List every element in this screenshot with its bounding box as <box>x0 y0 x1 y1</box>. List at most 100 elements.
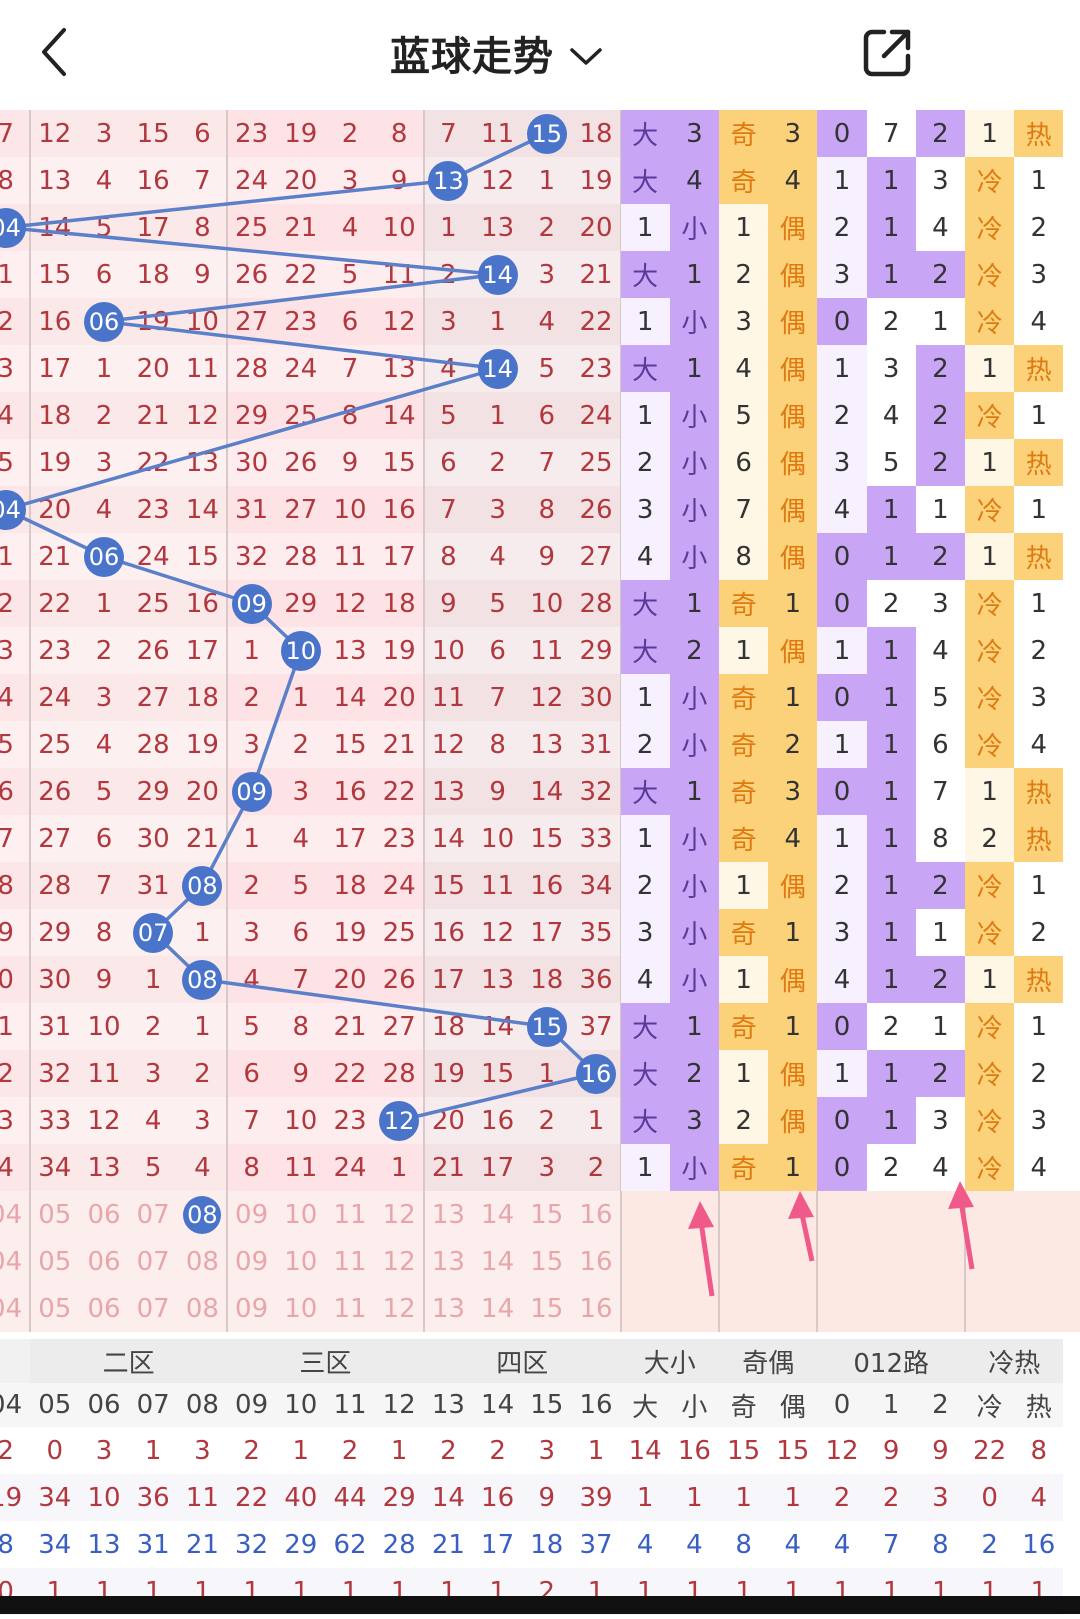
number-cell: 3 <box>95 118 113 149</box>
stat-cell: 31 <box>128 1521 178 1568</box>
select-number[interactable]: 14 <box>473 1238 522 1285</box>
number-cell: 1 <box>390 1152 408 1183</box>
analysis-cell: 1 <box>768 909 818 956</box>
analysis-cell: 偶 <box>768 862 818 909</box>
stat-cell: 15 <box>719 1427 769 1474</box>
number-cell: 8 <box>390 118 408 149</box>
number-cell: 29 <box>235 400 269 431</box>
analysis-cell: 偶 <box>768 1097 818 1144</box>
column-header: 06 <box>79 1383 129 1427</box>
analysis-cell: 1 <box>1014 580 1064 627</box>
select-number[interactable]: 05 <box>30 1238 79 1285</box>
analysis-cell: 2 <box>915 251 965 298</box>
analysis-cell: 大 <box>620 1097 670 1144</box>
select-number[interactable]: 15 <box>522 1285 571 1332</box>
select-number[interactable]: 06 <box>79 1285 128 1332</box>
select-number[interactable]: 16 <box>571 1191 620 1238</box>
number-cell: 23 <box>284 306 318 337</box>
number-cell: 18 <box>136 259 170 290</box>
number-cell: 15 <box>481 1058 515 1089</box>
number-cell: 28 <box>38 870 72 901</box>
number-cell: 4 <box>95 165 113 196</box>
select-number[interactable]: 16 <box>571 1238 620 1285</box>
analysis-cell: 1 <box>866 956 916 1003</box>
select-number[interactable]: 10 <box>276 1191 325 1238</box>
number-cell: 30 <box>579 682 613 713</box>
select-number[interactable]: 12 <box>375 1285 424 1332</box>
select-number[interactable]: 06 <box>79 1191 128 1238</box>
select-number[interactable]: 07 <box>129 1191 178 1238</box>
select-number[interactable]: 04 <box>0 1238 30 1285</box>
select-number[interactable]: 16 <box>571 1285 620 1332</box>
number-cell: 12 <box>382 306 416 337</box>
select-number[interactable]: 14 <box>473 1285 522 1332</box>
number-cell: 3 <box>538 259 556 290</box>
stat-cell: 22 <box>227 1474 277 1521</box>
select-number[interactable]: 08 <box>178 1191 227 1238</box>
analysis-cell: 7 <box>915 768 965 815</box>
select-number[interactable]: 14 <box>473 1191 522 1238</box>
number-cell: 2 <box>243 682 260 713</box>
number-cell: 12 <box>185 400 219 431</box>
select-number[interactable]: 09 <box>227 1191 276 1238</box>
select-number[interactable]: 05 <box>30 1285 79 1332</box>
stat-cell: 2 <box>965 1521 1015 1568</box>
analysis-cell: 奇 <box>719 1144 769 1191</box>
number-cell: 16 <box>382 494 416 525</box>
stat-cell: 1 <box>768 1474 818 1521</box>
stat-cell: 2 <box>0 1427 31 1474</box>
select-number[interactable]: 13 <box>424 1238 473 1285</box>
back-button[interactable] <box>34 22 78 82</box>
number-cell: 21 <box>431 1152 465 1183</box>
number-cell: 22 <box>38 588 72 619</box>
select-number[interactable]: 13 <box>424 1191 473 1238</box>
analysis-cell: 3 <box>669 1097 719 1144</box>
number-cell: 20 <box>136 353 170 384</box>
select-number[interactable]: 04 <box>0 1285 30 1332</box>
select-number[interactable]: 11 <box>325 1238 374 1285</box>
title-dropdown[interactable]: 蓝球走势 <box>390 18 604 88</box>
select-number[interactable]: 15 <box>522 1191 571 1238</box>
analysis-cell: 0 <box>817 580 867 627</box>
number-cell: 27 <box>235 306 269 337</box>
analysis-cell: 偶 <box>768 627 818 674</box>
select-number[interactable]: 15 <box>522 1238 571 1285</box>
share-button[interactable] <box>860 24 916 80</box>
gap <box>0 1332 1061 1339</box>
stat-cell: 1 <box>620 1474 670 1521</box>
number-cell: 26 <box>38 776 72 807</box>
select-number[interactable]: 11 <box>325 1191 374 1238</box>
select-number[interactable]: 07 <box>129 1285 178 1332</box>
number-cell: 11 <box>333 541 367 572</box>
select-number[interactable]: 09 <box>227 1285 276 1332</box>
analysis-cell: 4 <box>768 815 818 862</box>
select-number[interactable]: 04 <box>0 1191 30 1238</box>
analysis-cell: 1 <box>669 345 719 392</box>
select-number[interactable]: 07 <box>129 1238 178 1285</box>
select-number[interactable]: 10 <box>276 1285 325 1332</box>
number-cell: 20 <box>38 494 72 525</box>
number-cell: 19 <box>136 306 170 337</box>
number-cell: 11 <box>431 682 465 713</box>
select-number[interactable]: 10 <box>276 1238 325 1285</box>
select-number[interactable]: 05 <box>30 1191 79 1238</box>
analysis-cell: 小 <box>669 204 719 251</box>
number-cell: 34 <box>579 870 613 901</box>
select-number[interactable]: 11 <box>325 1285 374 1332</box>
select-number[interactable]: 12 <box>375 1238 424 1285</box>
selected-ball[interactable]: 08 <box>183 1195 222 1234</box>
stat-cell: 36 <box>128 1474 178 1521</box>
select-number[interactable]: 06 <box>79 1238 128 1285</box>
select-number[interactable]: 09 <box>227 1238 276 1285</box>
number-cell: 14 <box>431 823 465 854</box>
number-cell: 9 <box>0 917 14 948</box>
select-number[interactable]: 13 <box>424 1285 473 1332</box>
analysis-cell: 小 <box>669 486 719 533</box>
analysis-cell: 奇 <box>719 157 769 204</box>
select-number[interactable]: 08 <box>178 1285 227 1332</box>
analysis-cell: 小 <box>669 674 719 721</box>
number-ball: 10 <box>280 630 321 671</box>
select-number[interactable]: 08 <box>178 1238 227 1285</box>
number-cell: 27 <box>382 1011 416 1042</box>
select-number[interactable]: 12 <box>375 1191 424 1238</box>
